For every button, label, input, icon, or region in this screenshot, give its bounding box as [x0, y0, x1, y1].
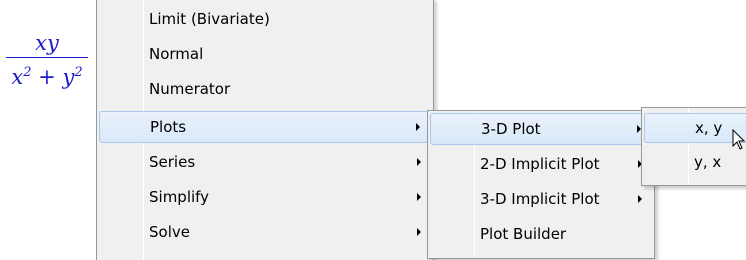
menu-item-label: Normal	[149, 45, 204, 63]
fraction-numerator: xy	[35, 31, 59, 55]
menu-item-label: 2-D Implicit Plot	[480, 155, 600, 173]
context-menu: Limit (Bivariate) Normal Numerator Plots…	[96, 0, 434, 260]
menu-item-solve[interactable]: Solve	[99, 216, 431, 248]
menu-item-3d-implicit-plot[interactable]: 3-D Implicit Plot	[430, 183, 652, 215]
menu-item-plot-builder[interactable]: Plot Builder	[430, 218, 652, 250]
menu-item-simplify[interactable]: Simplify	[99, 181, 431, 213]
denominator-base-x: x	[11, 65, 24, 89]
menu-item-label: 3-D Plot	[481, 120, 541, 138]
menu-item-label: Plot Builder	[480, 225, 567, 243]
menu-item-label: Limit (Bivariate)	[149, 10, 270, 28]
menu-item-label: x, y	[695, 119, 723, 137]
denominator-base-y: y	[62, 65, 75, 89]
math-expression: xy x2 + y2	[2, 30, 92, 90]
denominator-exponent-x: 2	[23, 65, 32, 80]
menu-item-series[interactable]: Series	[99, 146, 431, 178]
menu-item-numerator[interactable]: Numerator	[99, 73, 431, 105]
menu-item-label: Simplify	[149, 188, 210, 206]
menu-item-2d-implicit-plot[interactable]: 2-D Implicit Plot	[430, 148, 652, 180]
menu-item-label: 3-D Implicit Plot	[480, 190, 600, 208]
plots-submenu: 3-D Plot 2-D Implicit Plot 3-D Implicit …	[427, 110, 655, 259]
menu-item-3d-plot[interactable]: 3-D Plot	[430, 113, 652, 145]
menu-item-normal[interactable]: Normal	[99, 38, 431, 70]
denominator-plus: +	[31, 65, 63, 89]
submenu-arrow-icon	[417, 193, 421, 201]
fraction-bar	[6, 57, 88, 58]
submenu-arrow-icon	[417, 228, 421, 236]
submenu-arrow-icon	[638, 195, 642, 203]
submenu-arrow-icon	[417, 158, 421, 166]
denominator-exponent-y: 2	[74, 65, 83, 80]
menu-item-label: Numerator	[149, 80, 231, 98]
menu-item-limit-bivariate[interactable]: Limit (Bivariate)	[99, 3, 431, 35]
fraction-denominator: x2 + y2	[2, 60, 92, 90]
menu-item-label: Plots	[150, 118, 187, 136]
menu-item-plots[interactable]: Plots	[99, 111, 431, 143]
menu-item-label: Solve	[149, 223, 190, 241]
menu-item-label: Series	[149, 153, 196, 171]
menu-item-x-y[interactable]: x, y	[644, 113, 746, 143]
menu-item-label: y, x	[694, 153, 722, 171]
menu-item-y-x[interactable]: y, x	[644, 147, 746, 177]
mouse-pointer-icon	[732, 129, 746, 150]
3d-plot-submenu: x, y y, x	[641, 107, 746, 186]
submenu-arrow-icon	[416, 123, 420, 131]
